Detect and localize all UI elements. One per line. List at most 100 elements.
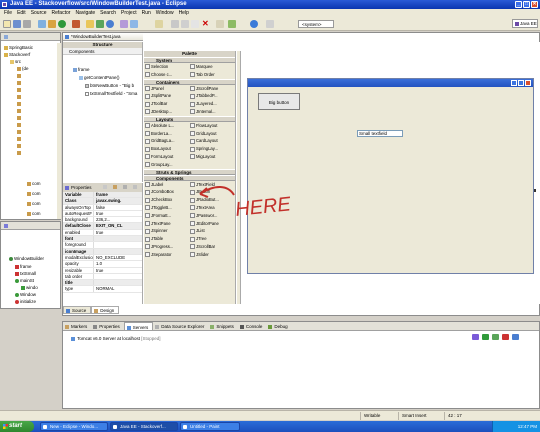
palette-section-header[interactable]: Containers bbox=[144, 78, 235, 85]
menu-icon[interactable] bbox=[123, 185, 127, 189]
align-icon[interactable] bbox=[228, 20, 236, 28]
property-value[interactable] bbox=[93, 273, 142, 280]
paste-icon[interactable] bbox=[191, 20, 199, 28]
palette-item[interactable]: JCheckBox bbox=[144, 196, 189, 204]
save-icon[interactable] bbox=[13, 20, 21, 28]
outline-item-constructor[interactable]: Window bbox=[15, 292, 36, 298]
property-value[interactable]: false bbox=[93, 204, 142, 210]
palette-item[interactable]: JTable bbox=[144, 235, 189, 243]
palette-item[interactable]: GridLayout bbox=[189, 130, 234, 138]
data-source-explorer-tab[interactable]: Data Source Explorer bbox=[153, 322, 208, 330]
palette-item[interactable]: JFormatt... bbox=[144, 212, 189, 220]
property-value[interactable] bbox=[93, 248, 142, 254]
menu-refactor[interactable]: Refactor bbox=[52, 9, 71, 17]
property-value[interactable]: NORMAL bbox=[93, 286, 142, 292]
debug-server-icon[interactable] bbox=[472, 334, 479, 340]
tree-item-com[interactable] bbox=[17, 80, 22, 86]
tree-item-com[interactable] bbox=[17, 108, 22, 114]
tree-item-src[interactable]: src bbox=[10, 59, 21, 65]
big-button-preview[interactable]: Big button bbox=[258, 93, 300, 110]
restore-icon[interactable] bbox=[133, 185, 137, 189]
property-value[interactable] bbox=[93, 242, 142, 248]
palette-section-header[interactable]: System bbox=[144, 57, 235, 63]
look-and-feel-icon[interactable] bbox=[266, 20, 274, 28]
palette-item[interactable]: Marquee bbox=[189, 63, 234, 71]
palette-item[interactable]: JProgress... bbox=[144, 243, 189, 251]
maximize-button[interactable]: □ bbox=[523, 1, 530, 8]
open-type-icon[interactable] bbox=[120, 20, 128, 28]
palette-item[interactable]: JToggleB... bbox=[144, 204, 189, 212]
outline-item-field[interactable]: txtSmall bbox=[15, 271, 36, 277]
tree-item-com[interactable] bbox=[17, 115, 22, 121]
tree-item-com[interactable]: com bbox=[27, 191, 41, 197]
palette-item[interactable]: GridBagLa... bbox=[144, 137, 189, 145]
editor-tab[interactable]: *WindowBuilderTest.java bbox=[63, 33, 143, 41]
globe-icon[interactable] bbox=[250, 20, 258, 28]
delete-icon[interactable]: ✕ bbox=[202, 20, 209, 28]
close-button[interactable]: ✕ bbox=[531, 1, 538, 8]
debug-icon[interactable] bbox=[48, 20, 56, 28]
minimize-button[interactable]: _ bbox=[515, 1, 522, 8]
menu-file[interactable]: File bbox=[4, 9, 12, 17]
system-dropdown[interactable]: <system> bbox=[298, 20, 334, 28]
properties-tab[interactable]: Properties bbox=[91, 322, 124, 330]
tree-item-com[interactable] bbox=[17, 143, 22, 149]
palette-item[interactable]: JSeparator bbox=[144, 251, 189, 259]
property-value[interactable]: true bbox=[93, 267, 142, 273]
search-icon[interactable] bbox=[130, 20, 138, 28]
start-server-icon[interactable] bbox=[482, 334, 489, 340]
resize-handle[interactable] bbox=[534, 189, 536, 192]
menu-help[interactable]: Help bbox=[179, 9, 189, 17]
palette-item[interactable]: SpringLay... bbox=[189, 145, 234, 153]
property-value[interactable]: 236,2... bbox=[93, 217, 142, 223]
new-java-project-icon[interactable] bbox=[86, 20, 94, 28]
palette-item[interactable]: JSpinner bbox=[144, 227, 189, 235]
palette-item[interactable]: JTabbedP... bbox=[189, 92, 234, 100]
palette-item[interactable]: JDesktop... bbox=[144, 108, 189, 116]
component-content-pane[interactable]: getContentPane() bbox=[79, 75, 120, 81]
palette-item[interactable]: Selection bbox=[144, 63, 189, 71]
show-events-icon[interactable] bbox=[103, 185, 107, 189]
tree-item-com[interactable] bbox=[17, 136, 22, 142]
component-textfield[interactable]: txtSmallTextfield - "Sma bbox=[85, 91, 137, 97]
new-package-icon[interactable] bbox=[96, 20, 104, 28]
design-tab[interactable]: Design bbox=[91, 306, 120, 314]
palette-item[interactable]: FormLayout bbox=[144, 153, 189, 161]
window-title-bar[interactable]: Java EE - Stackoverflow/src/WindowBuilde… bbox=[0, 0, 540, 9]
test-wb-icon[interactable] bbox=[155, 20, 163, 28]
palette-item[interactable]: MigLayout bbox=[189, 153, 234, 161]
property-value[interactable]: javax.swing. bbox=[93, 198, 142, 204]
tree-item-com[interactable] bbox=[17, 129, 22, 135]
server-icon[interactable] bbox=[38, 20, 46, 28]
menu-window[interactable]: Window bbox=[156, 9, 174, 17]
tree-item-com[interactable] bbox=[17, 101, 22, 107]
property-value[interactable]: NO_EXCLUDE bbox=[93, 254, 142, 261]
palette-item[interactable]: JScrollPane bbox=[189, 85, 234, 93]
tree-item-com[interactable] bbox=[17, 150, 22, 156]
palette-item[interactable]: FlowLayout bbox=[189, 122, 234, 130]
small-textfield-preview[interactable]: Small textfield bbox=[357, 130, 403, 137]
property-row[interactable]: type NORMAL bbox=[63, 286, 142, 293]
property-value[interactable] bbox=[93, 280, 142, 286]
palette-item[interactable]: JSlider bbox=[189, 251, 234, 259]
explorer-scrollbar[interactable] bbox=[57, 43, 61, 219]
debug-tab[interactable]: Debug bbox=[266, 322, 291, 330]
palette-item[interactable]: JTextPane bbox=[144, 220, 189, 228]
tree-item-com[interactable] bbox=[17, 73, 22, 79]
tree-item-stackoverflow[interactable]: Stackoverf bbox=[4, 52, 30, 58]
taskbar-item-eclipse-javaee[interactable]: Java EE - Stackoverf... bbox=[110, 422, 178, 431]
markers-tab[interactable]: Markers bbox=[63, 322, 91, 330]
start-button[interactable]: start bbox=[0, 421, 34, 432]
palette-item[interactable]: JToolBar bbox=[144, 100, 189, 108]
component-frame[interactable]: frame bbox=[73, 67, 90, 73]
menu-run[interactable]: Run bbox=[142, 9, 151, 17]
property-value[interactable] bbox=[93, 236, 142, 242]
taskbar-item-eclipse-new[interactable]: New - Eclipse - Windo... bbox=[40, 422, 108, 431]
property-value[interactable]: true bbox=[93, 210, 142, 217]
menu-navigate[interactable]: Navigate bbox=[75, 9, 95, 17]
component-button[interactable]: btnNewButton - "Big b bbox=[85, 83, 134, 89]
copy-icon[interactable] bbox=[171, 20, 179, 28]
property-value[interactable]: EXIT_ON_CL bbox=[93, 223, 142, 229]
palette-item[interactable]: JSplitPane bbox=[144, 92, 189, 100]
new-class-icon[interactable] bbox=[106, 20, 114, 28]
